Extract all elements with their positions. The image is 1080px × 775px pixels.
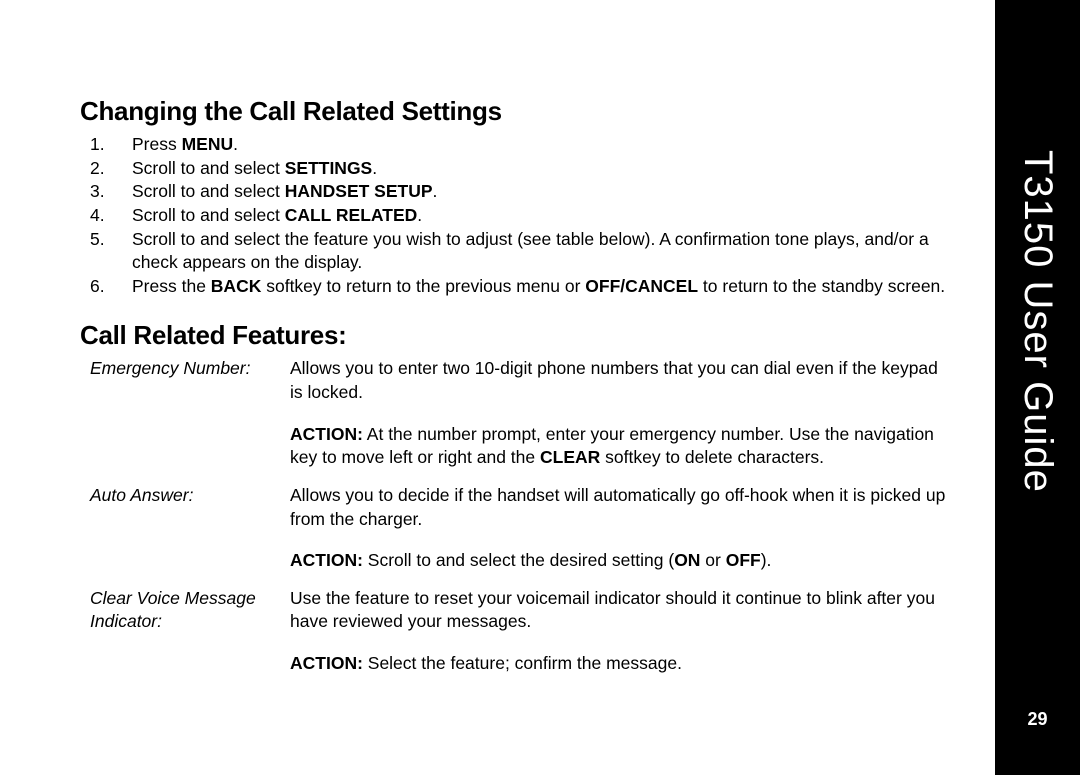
step-5: Scroll to and select the feature you wis… bbox=[80, 228, 965, 275]
step-4: Scroll to and select CALL RELATED. bbox=[80, 204, 965, 228]
feature-clear-voice: Clear Voice Message Indicator: Use the f… bbox=[80, 587, 965, 688]
heading-changing-settings: Changing the Call Related Settings bbox=[80, 96, 965, 127]
step-2: Scroll to and select SETTINGS. bbox=[80, 157, 965, 181]
step-1: Press MENU. bbox=[80, 133, 965, 157]
feature-auto-answer: Auto Answer: Allows you to decide if the… bbox=[80, 484, 965, 585]
feature-label: Clear Voice Message Indicator: bbox=[80, 587, 290, 688]
feature-desc: Allows you to enter two 10-digit phone n… bbox=[290, 357, 965, 482]
sidebar-title: T3150 User Guide bbox=[1015, 150, 1060, 493]
feature-desc: Allows you to decide if the handset will… bbox=[290, 484, 965, 585]
feature-desc: Use the feature to reset your voicemail … bbox=[290, 587, 965, 688]
step-6: Press the BACK softkey to return to the … bbox=[80, 275, 965, 299]
feature-label: Emergency Number: bbox=[80, 357, 290, 482]
heading-features: Call Related Features: bbox=[80, 320, 965, 351]
feature-label: Auto Answer: bbox=[80, 484, 290, 585]
features-table: Emergency Number: Allows you to enter tw… bbox=[80, 357, 965, 687]
content-area: Changing the Call Related Settings Press… bbox=[0, 0, 995, 775]
page: Changing the Call Related Settings Press… bbox=[0, 0, 1080, 775]
page-number: 29 bbox=[1027, 709, 1047, 730]
sidebar: T3150 User Guide 29 bbox=[995, 0, 1080, 775]
feature-emergency: Emergency Number: Allows you to enter tw… bbox=[80, 357, 965, 482]
step-3: Scroll to and select HANDSET SETUP. bbox=[80, 180, 965, 204]
steps-list: Press MENU. Scroll to and select SETTING… bbox=[80, 133, 965, 298]
